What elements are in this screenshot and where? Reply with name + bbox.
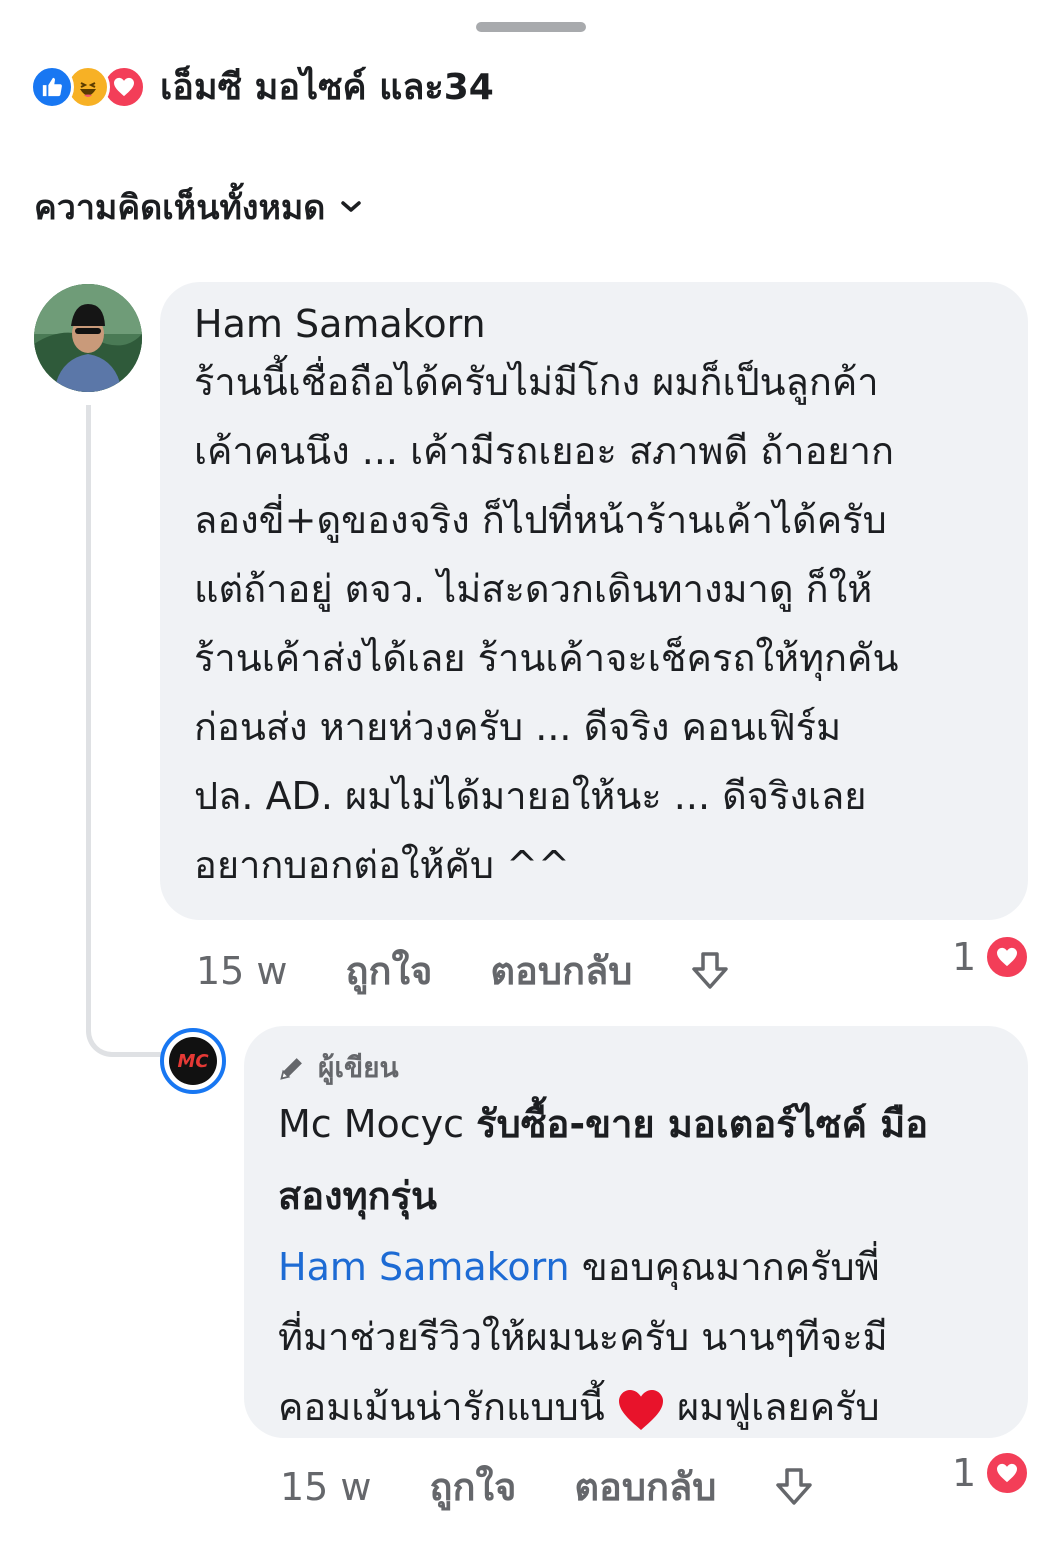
page-name-rest: สองทุกรุ่น — [278, 1174, 438, 1218]
reaction-count[interactable]: 1 — [952, 1450, 1031, 1496]
page-logo: MC — [169, 1037, 217, 1085]
comment-bubble[interactable]: Ham Samakorn ร้านนี้เชื่อถือได้ครับไม่มี… — [160, 282, 1028, 920]
comment-line: แต่ถ้าอยู่ ตจว. ไม่สะดวกเดินทางมาดู ก็ให… — [194, 567, 873, 611]
reply-button[interactable]: ตอบกลับ — [490, 940, 632, 1001]
chevron-down-icon — [341, 201, 362, 212]
author-badge: ผู้เขียน — [278, 1048, 994, 1088]
comment-line: อยากบอกต่อให้คับ ^^ — [194, 843, 570, 887]
pencil-icon — [280, 1058, 302, 1080]
reaction-summary[interactable]: เอ็มซี มอไซค์ และ34 — [30, 58, 494, 115]
reply-text: คอมเม้นน่ารักแบบนี้ — [278, 1385, 605, 1429]
reply-text: ผมฟูเลยครับ — [676, 1385, 880, 1429]
reaction-count[interactable]: 1 — [952, 934, 1031, 980]
page-name-rest: รับซื้อ-ขาย มอเตอร์ไซค์ มือ — [476, 1102, 929, 1146]
reply-line: คอมเม้นน่ารักแบบนี้ ผมฟูเลยครับ — [278, 1372, 994, 1442]
comment-sort-dropdown[interactable]: ความคิดเห็นทั้งหมด — [34, 180, 363, 234]
comment-actions: 15 w ถูกใจ ตอบกลับ — [196, 940, 732, 1001]
reaction-names: เอ็มซี มอไซค์ และ34 — [160, 67, 494, 108]
comment-timestamp[interactable]: 15 w — [196, 949, 288, 993]
comment-line: เค้าคนนึง ... เค้ามีรถเยอะ สภาพดี ถ้าอยา… — [194, 429, 895, 473]
reply-text: ขอบคุณมากครับพี่ — [581, 1245, 880, 1289]
sheet-drag-handle[interactable] — [476, 22, 586, 32]
reply-button[interactable]: ตอบกลับ — [574, 1456, 716, 1517]
like-button[interactable]: ถูกใจ — [346, 940, 433, 1001]
mention-link[interactable]: Ham Samakorn — [278, 1245, 570, 1289]
reply-line: ที่มาช่วยรีวิวให้ผมนะครับ นานๆทีจะมี — [278, 1315, 888, 1359]
reaction-count-number: 1 — [952, 935, 977, 979]
thread-connector-line — [86, 405, 166, 1057]
comment-line: ปล. AD. ผมไม่ได้มายอให้นะ ... ดีจริงเลย — [194, 774, 867, 818]
page-name-prefix: Mc Mocyc — [278, 1102, 465, 1146]
comment-author[interactable]: Ham Samakorn — [194, 300, 994, 348]
comment-line: ร้านเค้าส่งได้เลย ร้านเค้าจะเช็ครถให้ทุก… — [194, 636, 899, 680]
comment-line: ก่อนส่ง หายห่วงครับ ... ดีจริง คอนเฟิร์ม — [194, 705, 842, 749]
like-icon — [30, 64, 74, 109]
comment-line: ลองขี่+ดูของจริง ก็ไปที่หน้าร้านเค้าได้ค… — [194, 498, 887, 542]
avatar[interactable] — [34, 284, 142, 392]
comment-line: ร้านนี้เชื่อถือได้ครับไม่มีโกง ผมก็เป็นล… — [194, 360, 879, 404]
downvote-icon[interactable] — [688, 949, 732, 993]
love-icon — [984, 934, 1031, 980]
reply-actions: 15 w ถูกใจ ตอบกลับ — [280, 1456, 816, 1517]
reply-timestamp[interactable]: 15 w — [280, 1465, 372, 1509]
reply-author-line2[interactable]: สองทุกรุ่น — [278, 1160, 994, 1232]
reply-line: Ham Samakorn ขอบคุณมากครับพี่ — [278, 1232, 994, 1302]
reply-bubble[interactable]: ผู้เขียน Mc Mocyc รับซื้อ-ขาย มอเตอร์ไซค… — [244, 1026, 1028, 1438]
reaction-count-number: 1 — [952, 1451, 977, 1495]
reply-author[interactable]: Mc Mocyc รับซื้อ-ขาย มอเตอร์ไซค์ มือ — [278, 1088, 994, 1160]
page-avatar[interactable]: MC — [160, 1028, 226, 1094]
sort-label: ความคิดเห็นทั้งหมด — [34, 188, 326, 228]
heart-emoji-icon — [618, 1389, 663, 1430]
like-button[interactable]: ถูกใจ — [430, 1456, 517, 1517]
downvote-icon[interactable] — [772, 1465, 816, 1509]
author-badge-label: ผู้เขียน — [318, 1051, 399, 1084]
love-icon — [984, 1450, 1031, 1496]
comment-text: ร้านนี้เชื่อถือได้ครับไม่มีโกง ผมก็เป็นล… — [194, 348, 994, 900]
